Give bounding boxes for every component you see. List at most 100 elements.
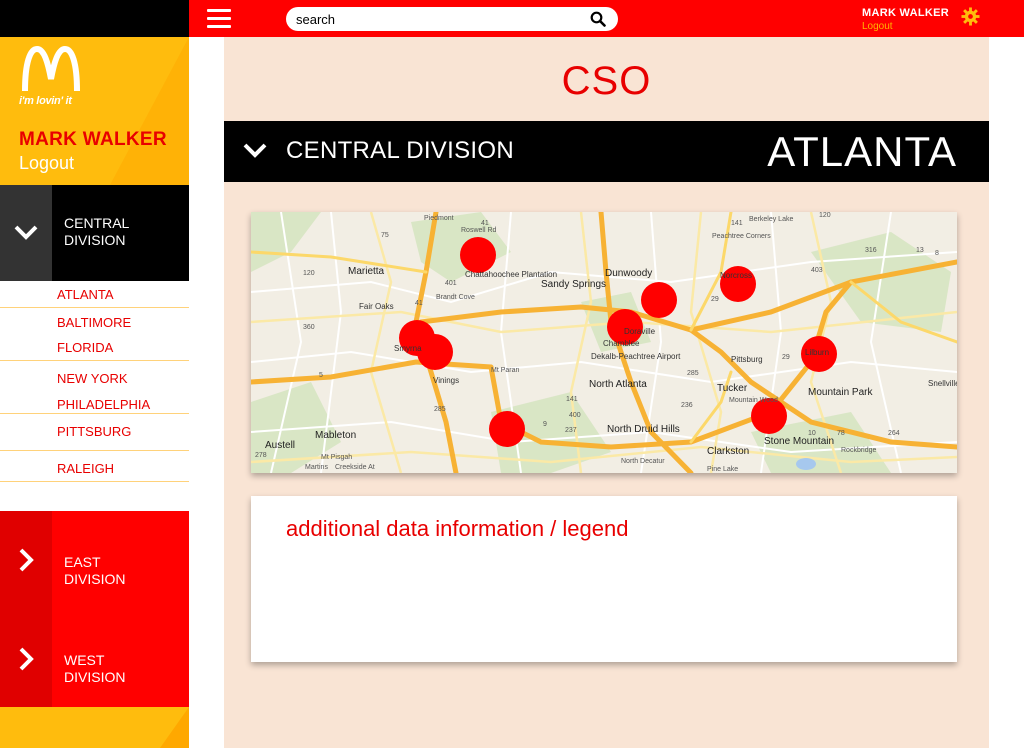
map-place-label: Roswell Rd [461, 227, 497, 234]
map-road-number: 29 [782, 354, 790, 361]
map-place-label: Clarkston [707, 446, 750, 457]
map-place-label: Snellville [928, 379, 957, 388]
division-header-bar[interactable]: CENTRAL DIVISION ATLANTA [224, 121, 989, 182]
map-road-number: 41 [481, 220, 489, 227]
page-title: CSO [561, 59, 652, 103]
map-road-number: 141 [566, 396, 578, 403]
legend-text: additional data information / legend [286, 516, 629, 541]
map-place-label: North Decatur [621, 458, 665, 465]
map-road-number: 237 [565, 427, 577, 434]
map-place-label: Dunwoody [605, 268, 653, 279]
chevron-box [0, 511, 52, 609]
east-division-label: EAST DIVISION [64, 554, 126, 587]
map-place-label: Piedmont [424, 215, 454, 222]
chevron-box [0, 185, 52, 281]
map[interactable]: Marietta Sandy Springs Dunwoody Norcross… [251, 212, 957, 473]
legend-card: additional data information / legend [251, 496, 957, 662]
main-content: CSO CENTRAL DIVISION ATLANTA Marietta Sa… [224, 37, 989, 748]
map-road-number: 285 [687, 370, 699, 377]
city-list: ATLANTA BALTIMORE FLORIDA NEW YORK PHILA… [0, 281, 189, 511]
city-item-florida[interactable]: FLORIDA [0, 334, 189, 361]
mcdonalds-logo [22, 45, 80, 92]
search-box [286, 7, 618, 31]
sidebar-footer-shade [160, 707, 189, 748]
brand-tagline: i'm lovin' it [19, 95, 72, 107]
header-logout-link[interactable]: Logout [862, 21, 893, 32]
map-road-number: 8 [935, 250, 939, 257]
map-place-label: Tucker [717, 383, 748, 394]
map-place-label: Fair Oaks [359, 302, 394, 311]
map-road-number: 10 [808, 430, 816, 437]
map-place-label: Chamblee [603, 339, 640, 348]
map-place-label: Mableton [315, 430, 357, 441]
brand-panel: i'm lovin' it MARK WALKER Logout [0, 37, 189, 185]
map-place-label: Creekside At [335, 464, 375, 471]
sidebar-footer [0, 707, 189, 748]
map-place-label: Norcross [720, 271, 753, 280]
gear-icon[interactable] [961, 7, 980, 26]
search-input[interactable] [296, 10, 576, 28]
chevron-down-icon[interactable] [242, 141, 268, 159]
division-title: CENTRAL DIVISION [286, 137, 514, 164]
sidebar-logout-link[interactable]: Logout [19, 153, 74, 174]
map-place-label: Lilburn [805, 348, 830, 357]
map-place-label: Dekalb-Peachtree Airport [591, 352, 681, 361]
map-place-label: Stone Mountain [764, 436, 835, 447]
map-place-label: Mt Paran [491, 367, 520, 374]
map-place-label: North Druid Hills [607, 424, 680, 435]
map-place-label: Mountain Park [808, 387, 873, 398]
sidebar-user-name: MARK WALKER [19, 129, 167, 150]
map-road-number: 278 [255, 452, 267, 459]
city-item-atlanta[interactable]: ATLANTA [0, 281, 189, 308]
map-place-label: Marietta [348, 266, 385, 277]
map-road-number: 400 [569, 412, 581, 419]
city-item-raleigh[interactable]: RALEIGH [0, 451, 189, 482]
brand-shade [110, 37, 189, 185]
chevron-right-icon [19, 548, 34, 572]
map-road-number: 236 [681, 402, 693, 409]
map-road-number: 401 [445, 280, 457, 287]
west-division-toggle[interactable]: WEST DIVISION [0, 609, 189, 707]
map-road-number: 29 [711, 296, 719, 303]
map-road-number: 75 [381, 232, 389, 239]
west-division-label: WEST DIVISION [64, 652, 126, 685]
chevron-box [0, 609, 52, 707]
map-place-label: Mountain Wood [729, 397, 778, 404]
map-place-label: Pine Lake [707, 466, 739, 473]
east-division-toggle[interactable]: EAST DIVISION [0, 511, 189, 609]
chevron-right-icon [19, 647, 34, 671]
central-division-toggle[interactable]: CENTRAL DIVISION [0, 185, 189, 281]
map-road-number: 41 [415, 300, 423, 307]
map-road-number: 120 [303, 270, 315, 277]
map-place-label: Sandy Springs [541, 279, 607, 290]
map-road-number: 141 [731, 220, 743, 227]
map-road-number: 5 [319, 372, 323, 379]
top-bar: MARK WALKER Logout [0, 0, 1024, 37]
map-road-number: 9 [543, 421, 547, 428]
search-icon[interactable] [590, 11, 606, 27]
map-road-number: 316 [865, 247, 877, 254]
top-bar-corner [0, 0, 189, 37]
map-place-label: Peachtree Corners [712, 233, 771, 240]
sidebar: i'm lovin' it MARK WALKER Logout CENTRAL… [0, 37, 189, 748]
map-place-label: Brandt Cove [436, 294, 475, 301]
map-road-number: 403 [811, 267, 823, 274]
central-division-label: CENTRAL DIVISION [64, 215, 130, 248]
map-place-label: North Atlanta [589, 379, 647, 390]
map-place-label: Doraville [624, 327, 656, 336]
map-road-number: 120 [819, 212, 831, 219]
menu-icon[interactable] [207, 9, 231, 28]
city-item-philadelphia[interactable]: PHILADELPHIA [0, 388, 189, 414]
chevron-down-icon [14, 225, 38, 240]
city-item-baltimore[interactable]: BALTIMORE [0, 308, 189, 334]
map-place-label: Pittsburg [731, 355, 763, 364]
map-road-number: 264 [888, 430, 900, 437]
map-place-label: Smyrna [394, 344, 422, 353]
map-road-number: 13 [916, 247, 924, 254]
city-item-new-york[interactable]: NEW YORK [0, 361, 189, 388]
header-user-name: MARK WALKER [862, 7, 950, 19]
map-place-label: Martins [305, 464, 328, 471]
city-item-pittsburg[interactable]: PITTSBURG [0, 414, 189, 451]
map-road-number: 285 [434, 406, 446, 413]
map-place-label: Vinings [433, 376, 460, 385]
